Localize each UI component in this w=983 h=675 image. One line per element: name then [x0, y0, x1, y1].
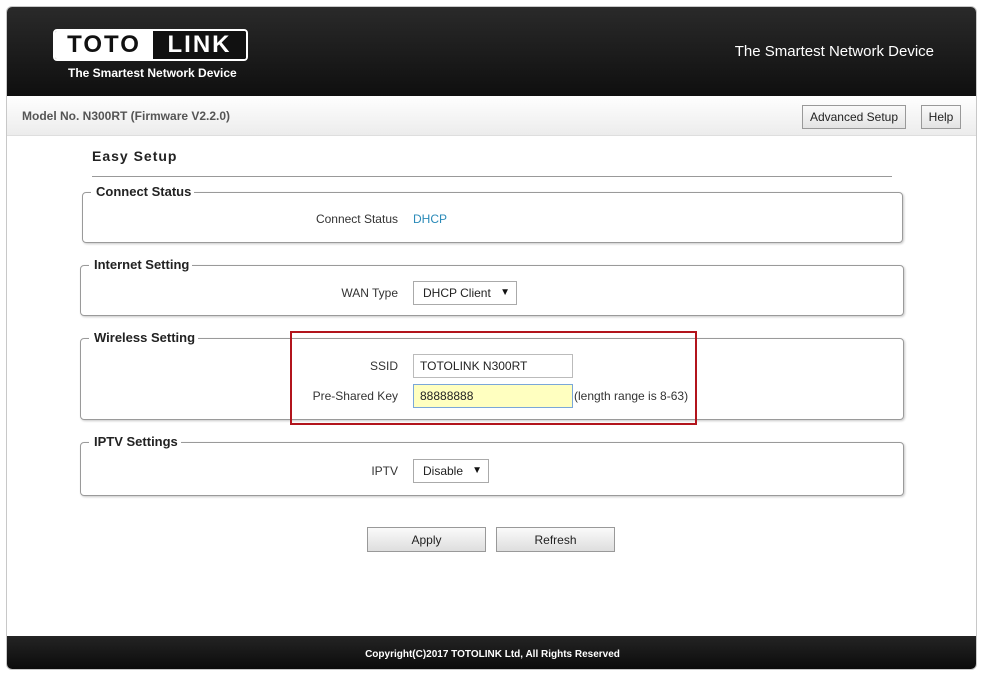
iptv-settings-group: IPTV Settings IPTV Disable ▼ — [80, 434, 904, 496]
connect-status-legend: Connect Status — [91, 184, 195, 200]
copyright-text: Copyright(C)2017 TOTOLINK Ltd, All Right… — [365, 649, 620, 660]
totolink-logo: TOTO LINK The Smartest Network Device — [53, 29, 248, 80]
iptv-settings-legend: IPTV Settings — [89, 434, 181, 450]
logo-text-toto: TOTO — [55, 31, 153, 59]
connect-status-value: DHCP — [413, 212, 448, 226]
iptv-value: Disable — [423, 464, 464, 478]
model-toolbar: Model No. N300RT (Firmware V2.2.0) Advan… — [7, 96, 976, 136]
internet-setting-legend: Internet Setting — [89, 257, 193, 273]
wireless-setting-legend: Wireless Setting — [89, 330, 199, 346]
wireless-highlight-box — [290, 331, 697, 425]
model-info: Model No. N300RT (Firmware V2.2.0) — [22, 109, 231, 123]
wan-type-label: WAN Type — [341, 286, 398, 300]
logo-text-link: LINK — [153, 31, 246, 59]
connect-status-group: Connect Status Connect Status DHCP — [82, 184, 903, 243]
internet-setting-group: Internet Setting WAN Type DHCP Client ▼ — [80, 257, 904, 316]
connect-status-label: Connect Status — [315, 212, 398, 226]
footer-bar: Copyright(C)2017 TOTOLINK Ltd, All Right… — [7, 636, 976, 669]
logo-box: TOTO LINK — [53, 29, 248, 61]
header-bar: TOTO LINK The Smartest Network Device Th… — [7, 7, 976, 96]
title-divider — [92, 176, 892, 177]
dropdown-arrow-icon: ▼ — [500, 287, 510, 298]
apply-button[interactable]: Apply — [367, 527, 486, 552]
logo-tagline: The Smartest Network Device — [68, 66, 237, 80]
refresh-button[interactable]: Refresh — [496, 527, 615, 552]
advanced-setup-button[interactable]: Advanced Setup — [802, 105, 906, 129]
iptv-label: IPTV — [371, 464, 398, 478]
header-slogan: The Smartest Network Device — [734, 43, 934, 60]
wan-type-value: DHCP Client — [423, 286, 491, 300]
wan-type-select[interactable]: DHCP Client ▼ — [413, 281, 517, 305]
page-title: Easy Setup — [92, 148, 178, 164]
dropdown-arrow-icon: ▼ — [472, 465, 482, 476]
iptv-select[interactable]: Disable ▼ — [413, 459, 489, 483]
help-button[interactable]: Help — [921, 105, 961, 129]
router-admin-window: TOTO LINK The Smartest Network Device Th… — [6, 6, 977, 670]
